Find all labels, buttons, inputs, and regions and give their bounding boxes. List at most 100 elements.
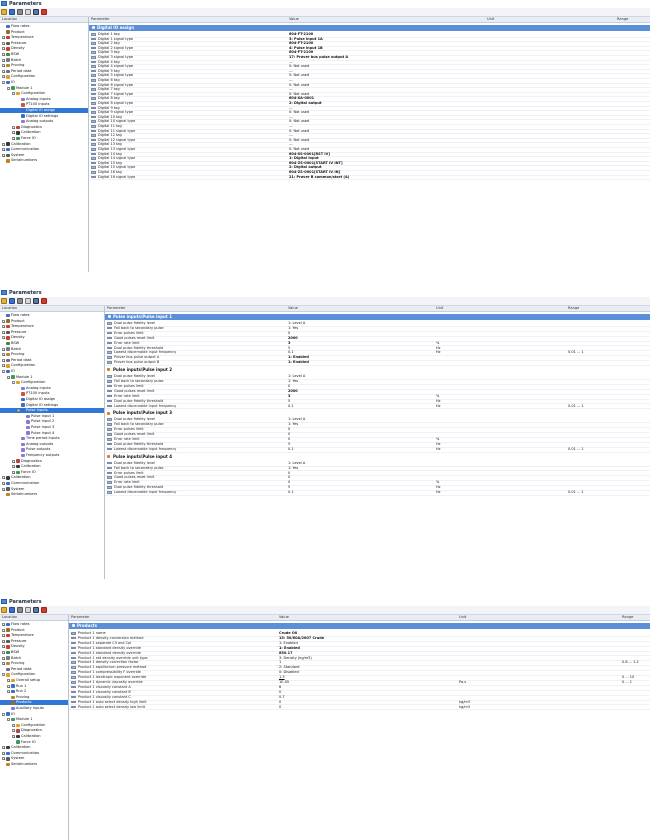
col-unit[interactable]: Unit [459,615,466,620]
collapse-icon[interactable]: - [2,370,5,374]
collapse-icon[interactable]: - [7,718,10,722]
tree-node[interactable]: + Proving [0,63,88,68]
collapse-icon[interactable]: - [7,86,10,90]
tree-node[interactable]: + BSW [0,52,88,57]
expand-icon[interactable]: + [2,330,6,334]
param-value[interactable]: 0.1 [288,404,294,409]
tree-node[interactable]: Serialnumbers [0,492,104,497]
expand-icon[interactable]: + [2,142,6,146]
expand-icon[interactable]: + [7,679,11,683]
tree-node[interactable]: + Period data [0,358,104,363]
param-value[interactable]: 21: Prover B common/start (A) [289,175,349,180]
col-parameter[interactable]: Parameter [107,306,126,311]
tree-node[interactable]: + Flow rates [0,622,68,627]
col-parameter[interactable]: Parameter [71,615,90,620]
grid-icon[interactable] [33,607,39,613]
tree-node[interactable]: Proving [0,695,68,700]
param-row[interactable]: Lowest discernable input frequency 0.1 Hz 0… [105,447,650,453]
section-subheader[interactable]: Pulse inputs\Pulse input 4 [105,454,650,460]
section-subheader[interactable]: Pulse inputs\Pulse input 2 [105,367,650,373]
expand-icon[interactable]: + [2,325,6,329]
collapse-icon[interactable]: - [12,92,15,96]
expand-icon[interactable]: + [2,645,6,649]
expand-icon[interactable]: + [2,319,6,323]
tree-node[interactable]: Pulse input 1 [0,414,104,419]
expand-icon[interactable]: + [2,153,6,157]
export-icon[interactable] [25,9,31,15]
close-icon[interactable] [41,607,47,613]
tree-node[interactable]: + Diagnostics [0,728,68,733]
tree-node[interactable]: BSW [0,341,104,346]
tree-node[interactable]: + Communication [0,751,68,756]
print-icon[interactable] [17,607,23,613]
tree-node[interactable]: + Calibration [0,745,68,750]
col-value[interactable]: Value [288,306,298,311]
expand-icon[interactable]: + [2,47,6,51]
collapse-icon[interactable]: - [2,673,5,677]
tree-node[interactable]: + System [0,487,104,492]
tree-node[interactable]: Serialnumbers [0,762,68,767]
col-range[interactable]: Range [617,17,628,22]
tree-node[interactable]: + Communication [0,147,88,152]
param-value[interactable]: 1: Enabled [288,360,309,365]
tree-node[interactable]: Digital IO assign [0,397,104,402]
tree-node[interactable]: + Diagnostics [0,459,104,464]
tree-node[interactable]: PT100 inputs [0,391,104,396]
expand-icon[interactable]: + [2,353,6,357]
param-value[interactable]: 0 [279,705,281,710]
save-icon[interactable] [9,9,15,15]
tree-node[interactable]: - Module 1 [0,375,104,380]
tree-node[interactable]: + Overall setup [0,678,68,683]
expand-icon[interactable]: + [12,465,16,469]
param-value[interactable]: 0.1 [288,447,294,452]
expand-icon[interactable]: + [2,64,6,68]
expand-icon[interactable]: + [2,41,6,45]
expand-icon[interactable]: + [2,628,6,632]
tree-node[interactable]: Digital IO settings [0,403,104,408]
open-icon[interactable] [1,9,7,15]
tree-node[interactable]: Analog outputs [0,119,88,124]
expand-icon[interactable]: + [12,470,16,474]
expand-icon[interactable]: + [2,634,6,638]
tree-node[interactable]: Serialnumbers [0,158,88,163]
tree-node[interactable]: - Module 1 [0,86,88,91]
expand-icon[interactable]: + [2,639,6,643]
tree-node[interactable]: + Pressure [0,639,68,644]
tree-node[interactable]: Force IO [0,740,68,745]
tree-node[interactable]: Flow rates [0,313,104,318]
expand-icon[interactable]: + [2,58,6,62]
tree-node[interactable]: - IO [0,369,104,374]
expand-icon[interactable]: + [2,476,6,480]
close-icon[interactable] [41,298,47,304]
expand-icon[interactable]: + [12,735,16,739]
expand-icon[interactable]: + [2,662,6,666]
tree-node[interactable]: Product [0,30,88,35]
save-icon[interactable] [9,298,15,304]
col-range[interactable]: Range [622,615,633,620]
print-icon[interactable] [17,298,23,304]
tree-node[interactable]: + Batch [0,347,104,352]
tree-node[interactable]: + BSW [0,650,68,655]
col-unit[interactable]: Unit [487,17,494,22]
expand-icon[interactable]: + [12,729,16,733]
tree-node[interactable]: + Communication [0,481,104,486]
tree-node[interactable]: + Period data [0,69,88,74]
col-value[interactable]: Value [279,615,289,620]
param-row[interactable]: Product 1 auto select density low limit 0… [69,705,650,711]
param-row[interactable]: Digital 16 signal type 21: Prover B commo… [89,175,650,181]
tree-node[interactable]: + Batch [0,656,68,661]
tree-node[interactable]: + Density [0,335,104,340]
collapse-icon[interactable]: - [2,81,5,85]
tree-node[interactable]: PT100 inputs [0,102,88,107]
expand-icon[interactable]: + [12,723,16,727]
param-row[interactable]: Prover bus pulse output B 1: Enabled [105,360,650,367]
expand-icon[interactable]: + [12,459,16,463]
expand-icon[interactable]: + [2,746,6,750]
expand-icon[interactable]: + [7,690,11,694]
tree-node[interactable]: + Run 2 [0,689,68,694]
expand-icon[interactable]: + [2,623,6,627]
tree-node[interactable]: - Configuration [0,380,104,385]
param-value[interactable]: 0.1 [288,490,294,495]
tree-node[interactable]: + Density [0,46,88,51]
tree-node[interactable]: Analog inputs [0,386,104,391]
